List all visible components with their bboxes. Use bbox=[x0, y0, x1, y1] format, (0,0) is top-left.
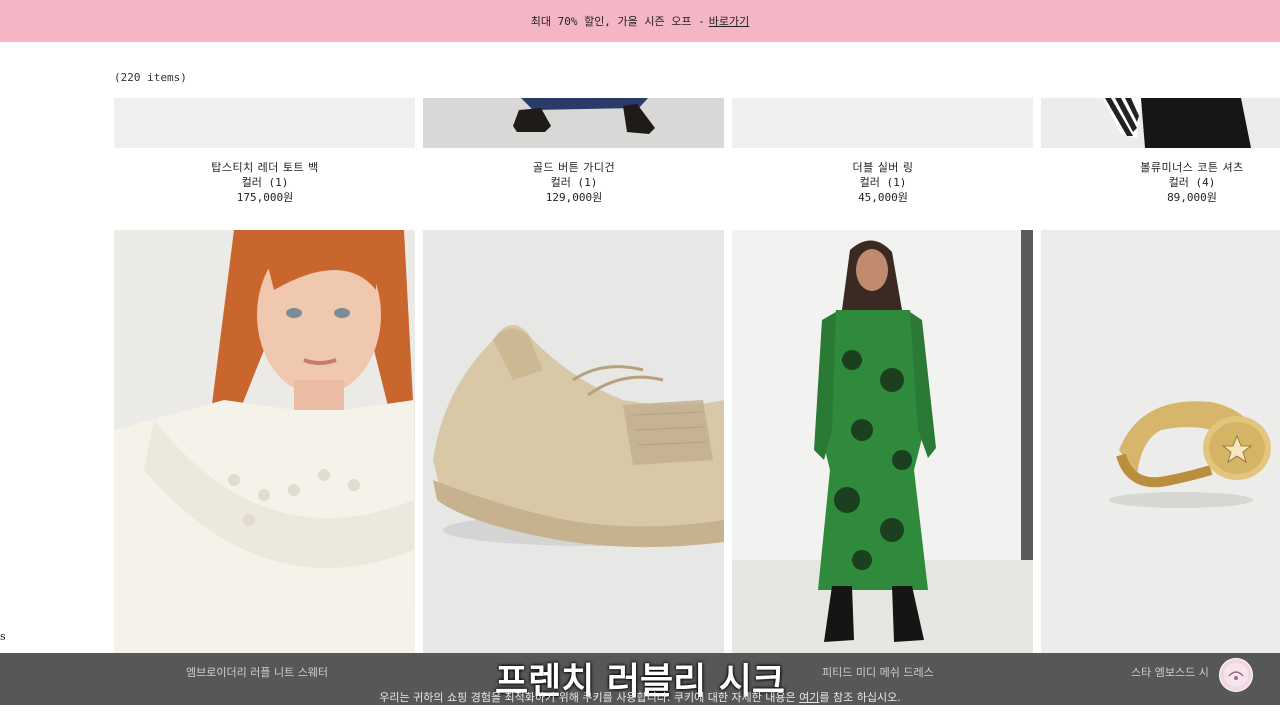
striped-shirt-photo bbox=[1041, 98, 1280, 148]
green-mesh-dress-photo bbox=[732, 230, 1033, 653]
beige-sneaker-photo bbox=[423, 230, 724, 653]
product-image-ring[interactable] bbox=[1041, 230, 1280, 653]
product-image-sneaker[interactable] bbox=[423, 230, 724, 653]
cookie-notice-text-end: 를 참조 하십시오. bbox=[819, 691, 901, 704]
product-image[interactable] bbox=[732, 98, 1033, 148]
product-info: 골드 버튼 가디건 컬러 (1) 129,000원 bbox=[423, 160, 725, 205]
product-name[interactable]: 볼류미너스 코튼 셔츠 bbox=[1041, 160, 1280, 175]
page-bottom-edge bbox=[0, 705, 1280, 719]
product-color-count: 컬러 (1) bbox=[550, 176, 598, 189]
product-color-count: 컬러 (4) bbox=[1168, 176, 1216, 189]
product-image-dress[interactable] bbox=[732, 230, 1033, 653]
product-image-ruffle-sweater[interactable] bbox=[114, 230, 415, 653]
product-image[interactable] bbox=[423, 98, 724, 148]
channel-logo-icon bbox=[1224, 663, 1248, 687]
product-info: 더블 실버 링 컬러 (1) 45,000원 bbox=[732, 160, 1034, 205]
ruffle-sweater-photo bbox=[114, 230, 415, 653]
product-name[interactable]: 골드 버튼 가디건 bbox=[423, 160, 725, 175]
cookie-notice-link[interactable]: 여기 bbox=[799, 691, 819, 704]
product-name[interactable]: 더블 실버 링 bbox=[732, 160, 1034, 175]
promo-banner: 최대 70% 할인, 가을 시즌 오프 - 바로가기 bbox=[0, 0, 1280, 42]
gold-signet-ring-photo bbox=[1041, 230, 1280, 653]
left-edge-text: s bbox=[0, 630, 6, 643]
product-info: 볼류미너스 코튼 셔츠 컬러 (4) 89,000원 bbox=[1041, 160, 1280, 205]
cookie-notice-text: 우리는 귀하의 쇼핑 경험을 최적화하기 위해 쿠키를 사용합니다. 쿠키에 대… bbox=[379, 691, 800, 704]
product-price: 45,000원 bbox=[858, 191, 908, 204]
product-image[interactable] bbox=[114, 98, 415, 148]
product-price: 89,000원 bbox=[1167, 191, 1217, 204]
cookie-notice: 우리는 귀하의 쇼핑 경험을 최적화하기 위해 쿠키를 사용합니다. 쿠키에 대… bbox=[0, 689, 1280, 705]
promo-link[interactable]: 바로가기 bbox=[709, 13, 749, 29]
product-color-count: 컬러 (1) bbox=[241, 176, 289, 189]
channel-avatar[interactable] bbox=[1219, 658, 1253, 692]
product-image[interactable] bbox=[1041, 98, 1280, 148]
promo-text: 최대 70% 할인, 가을 시즌 오프 - bbox=[530, 15, 705, 28]
items-count: (220 items) bbox=[114, 71, 187, 84]
product-color-count: 컬러 (1) bbox=[859, 176, 907, 189]
product-price: 129,000원 bbox=[545, 191, 603, 204]
product-price: 175,000원 bbox=[236, 191, 294, 204]
cardigan-model-feet-photo bbox=[423, 98, 724, 148]
product-info: 탑스티치 레더 토트 백 컬러 (1) 175,000원 bbox=[114, 160, 416, 205]
product-name[interactable]: 탑스티치 레더 토트 백 bbox=[114, 160, 416, 175]
